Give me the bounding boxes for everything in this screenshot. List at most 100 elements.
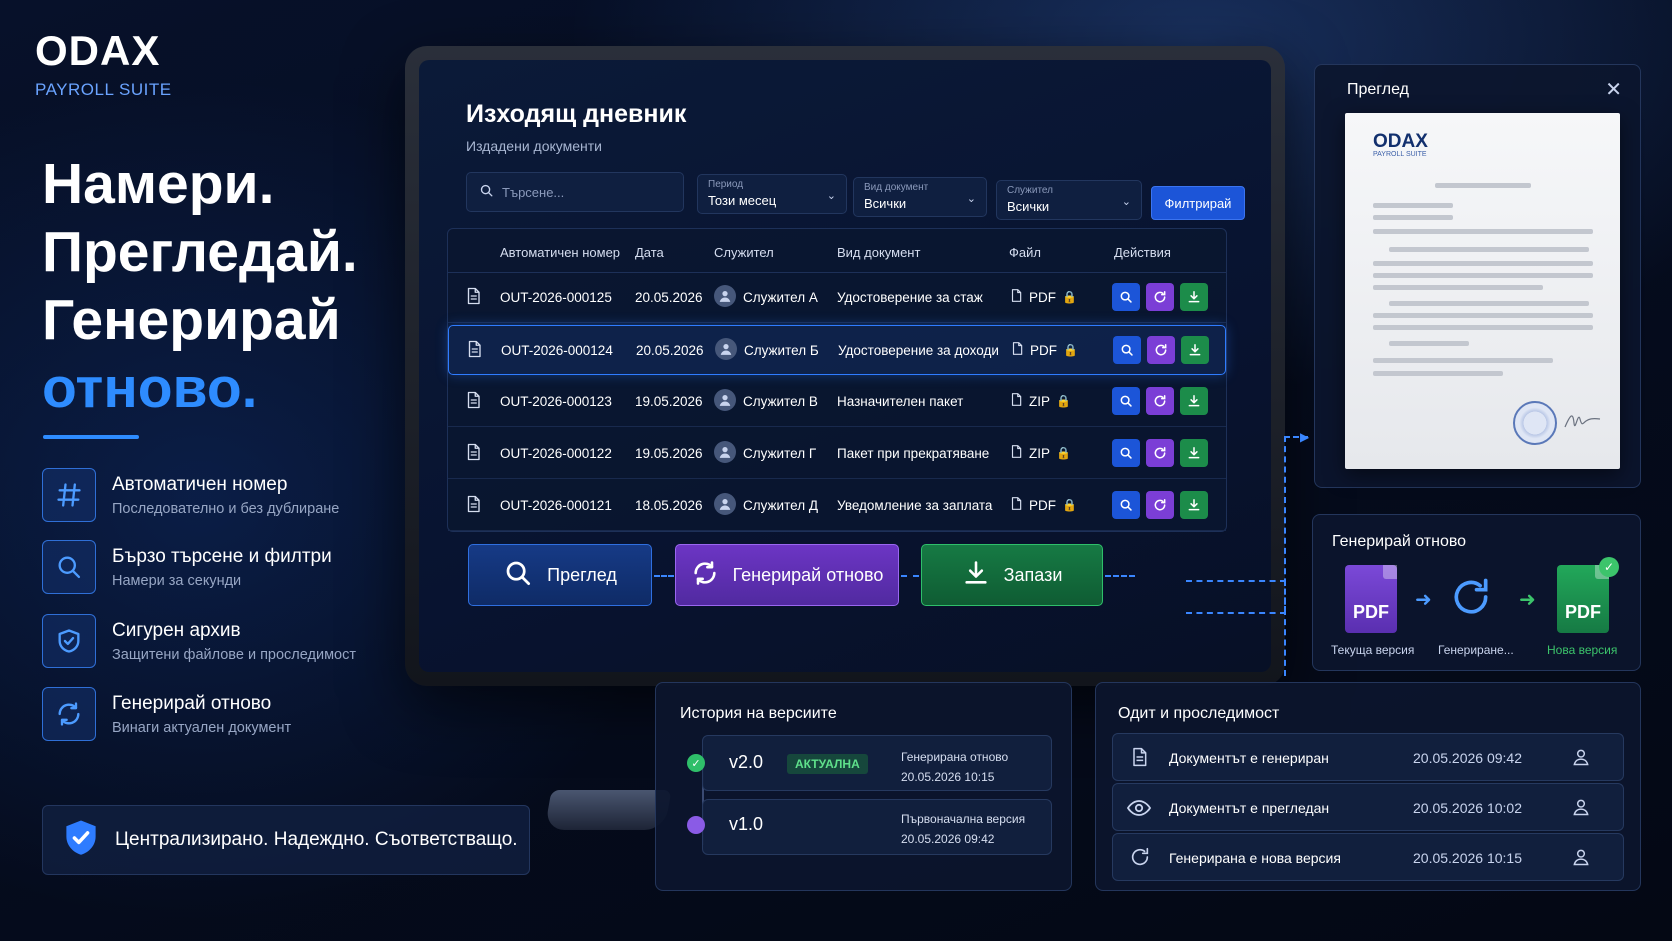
period-select[interactable]: Период Този месец ⌄ [697, 174, 847, 214]
table-row[interactable]: OUT-2026-000125 20.05.2026 Служител А Удост… [448, 273, 1226, 323]
doc-date: 19.05.2026 [635, 394, 703, 409]
search-input[interactable] [502, 184, 662, 200]
doc-line [1435, 183, 1531, 188]
doc-line [1373, 313, 1593, 318]
preview-button[interactable]: Преглед [468, 544, 652, 606]
audit-row[interactable]: Документът е генериран 20.05.2026 09:42 [1112, 733, 1624, 781]
version-note: Генерирана отново [901, 750, 1009, 764]
regenerate-button[interactable]: Генерирай отново [675, 544, 899, 606]
audit-time: 20.05.2026 10:02 [1413, 800, 1522, 816]
close-icon[interactable]: ✕ [1605, 77, 1622, 102]
doc-type-value: Всички [864, 196, 907, 211]
avatar [714, 285, 736, 307]
monitor: Изходящ дневник Издадени документи Перио… [405, 46, 1285, 686]
regenerate-row-button[interactable] [1146, 387, 1174, 415]
file-type: ZIP [1029, 393, 1051, 409]
feature-regenerate: Генерирай отново Винаги актуален докумен… [42, 686, 382, 742]
shield-icon [42, 614, 96, 668]
doc-type-label: Вид документ [864, 182, 929, 193]
table-row[interactable]: OUT-2026-000122 19.05.2026 Служител Г Пакет… [448, 429, 1226, 479]
employee-name: Служител А [743, 290, 818, 305]
preview-row-button[interactable] [1112, 283, 1140, 311]
regenerate-row-button[interactable] [1147, 336, 1175, 364]
version-item[interactable]: ✓ v2.0 АКТУАЛНА Генерирана отново 20.05.… [687, 735, 1052, 791]
lock-icon: 🔒 [1056, 446, 1071, 460]
lock-icon: 🔒 [1062, 290, 1077, 304]
version-note: Първоначална версия [901, 812, 1026, 826]
search-icon [503, 558, 533, 593]
file-cell[interactable]: PDF 🔒 [1009, 495, 1077, 515]
hero-line-1: Намери. [42, 152, 275, 216]
doc-brand: ODAX [1373, 131, 1428, 152]
preview-row-button[interactable] [1112, 439, 1140, 467]
preview-row-button[interactable] [1112, 387, 1140, 415]
file-cell[interactable]: ZIP 🔒 [1009, 443, 1071, 463]
regenerate-row-button[interactable] [1146, 283, 1174, 311]
table-header: Автоматичен номер Дата Служител Вид доку… [448, 229, 1226, 273]
brand-subtitle: PAYROLL SUITE [35, 80, 172, 99]
regenerate-row-button[interactable] [1146, 491, 1174, 519]
version-item[interactable]: v1.0 Първоначална версия 20.05.2026 09:4… [687, 799, 1052, 855]
col-date: Дата [635, 245, 664, 260]
file-cell[interactable]: PDF 🔒 [1009, 287, 1077, 307]
table-row[interactable]: OUT-2026-000123 19.05.2026 Служител В Назна… [448, 377, 1226, 427]
connector-line [1186, 612, 1286, 614]
document-icon [464, 285, 482, 310]
employee-name: Служител Г [743, 446, 817, 461]
outgoing-log-screen: Изходящ дневник Издадени документи Перио… [419, 60, 1271, 672]
download-row-button[interactable] [1180, 439, 1208, 467]
employee-label: Служител [1007, 185, 1053, 196]
doc-type: Уведомление за заплата [837, 498, 993, 513]
avatar [714, 493, 736, 515]
hero-line-4: отново. [42, 356, 258, 420]
filter-button[interactable]: Филтрирай [1151, 186, 1245, 220]
arrow-right-icon: ➜ [1415, 589, 1432, 611]
download-row-button[interactable] [1180, 491, 1208, 519]
preview-row-button[interactable] [1112, 491, 1140, 519]
feature-subtitle: Защитени файлове и проследимост [112, 646, 356, 663]
version-history-panel: История на версиите ✓ v2.0 АКТУАЛНА Гене… [655, 682, 1072, 891]
table-row[interactable]: OUT-2026-000124 20.05.2026 Служител Б Удост… [448, 325, 1226, 375]
connector-line [1105, 575, 1135, 577]
doc-date: 19.05.2026 [635, 446, 703, 461]
doc-brand-sub: PAYROLL SUITE [1373, 151, 1427, 158]
refresh-icon [691, 559, 719, 592]
search-box[interactable] [466, 172, 684, 212]
file-cell[interactable]: PDF 🔒 [1010, 340, 1078, 360]
audit-event: Генерирана е нова версия [1169, 850, 1341, 866]
regenerate-row-button[interactable] [1146, 439, 1174, 467]
col-doc-type: Вид документ [837, 245, 921, 260]
brand-name: ODAX [35, 27, 161, 74]
doc-type-select[interactable]: Вид документ Всички ⌄ [853, 177, 987, 217]
monitor-stand [544, 790, 672, 830]
feature-subtitle: Последователно и без дублиране [112, 500, 340, 517]
save-button[interactable]: Запази [921, 544, 1103, 606]
doc-date: 20.05.2026 [635, 290, 703, 305]
audit-event: Документът е прегледан [1169, 800, 1330, 816]
download-row-button[interactable] [1180, 283, 1208, 311]
document-icon [464, 493, 482, 518]
download-row-button[interactable] [1180, 387, 1208, 415]
employee-value: Всички [1007, 199, 1050, 214]
doc-number: OUT-2026-000121 [500, 498, 612, 513]
documents-table: Автоматичен номер Дата Служител Вид доку… [447, 228, 1227, 532]
row-actions [1112, 439, 1208, 467]
preview-row-button[interactable] [1113, 336, 1141, 364]
audit-title: Одит и проследимост [1118, 705, 1280, 722]
feature-title: Автоматичен номер [112, 473, 288, 495]
table-row[interactable]: OUT-2026-000121 18.05.2026 Служител Д Уведо… [448, 481, 1226, 531]
preview-button-label: Преглед [547, 564, 617, 585]
pdf-file-icon: PDF [1557, 565, 1609, 633]
download-row-button[interactable] [1181, 336, 1209, 364]
pdf-file-icon: PDF [1345, 565, 1397, 633]
employee-select[interactable]: Служител Всички ⌄ [996, 180, 1142, 220]
audit-row[interactable]: Генерирана е нова версия 20.05.2026 10:1… [1112, 833, 1624, 881]
preview-panel: Преглед ✕ ODAX PAYROLL SUITE [1314, 64, 1641, 488]
doc-line [1373, 285, 1543, 290]
version-time: 20.05.2026 09:42 [901, 832, 995, 846]
file-cell[interactable]: ZIP 🔒 [1009, 391, 1071, 411]
audit-event: Документът е генериран [1169, 750, 1329, 766]
audit-row[interactable]: Документът е прегледан 20.05.2026 10:02 [1112, 783, 1624, 831]
chevron-down-icon: ⌄ [966, 193, 976, 205]
regenerate-button-label: Генерирай отново [732, 564, 884, 585]
